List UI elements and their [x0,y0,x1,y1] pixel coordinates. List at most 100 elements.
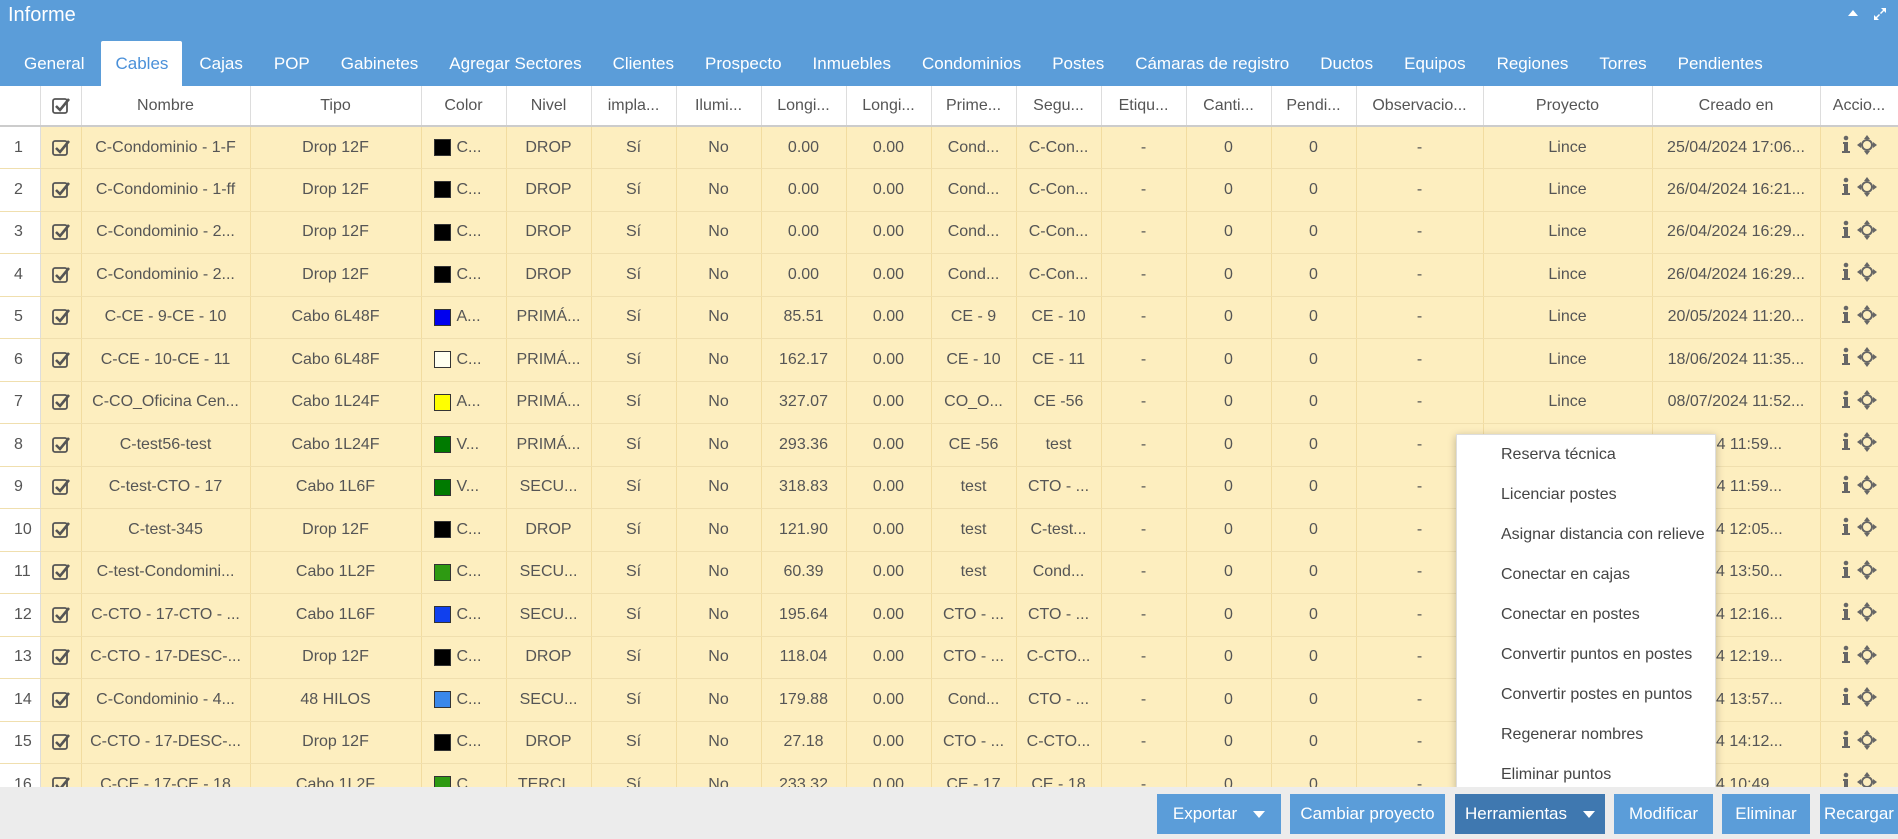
tab-pendientes[interactable]: Pendientes [1664,41,1777,86]
expand-icon[interactable] [1872,6,1888,27]
crosshair-move-icon[interactable] [1857,262,1877,287]
row-checkbox[interactable] [40,551,82,594]
checkbox-checked-icon[interactable] [51,775,71,787]
table-row[interactable]: 7 C-CO_Oficina Cen... Cabo 1L24F A... PRIMÁ.… [0,381,1898,424]
crosshair-move-icon[interactable] [1857,729,1877,755]
tab-clientes[interactable]: Clientes [599,41,688,86]
tab-equipos[interactable]: Equipos [1390,41,1479,86]
column-header[interactable]: Canti... [1186,86,1272,127]
crosshair-move-icon[interactable] [1857,602,1877,627]
column-header[interactable]: Segu... [1016,86,1102,127]
row-checkbox[interactable] [40,381,82,424]
crosshair-move-icon[interactable] [1857,389,1877,415]
column-header[interactable]: Etiqu... [1101,86,1187,127]
menu-item[interactable]: Conectar en cajas [1457,555,1715,595]
info-icon[interactable] [1841,262,1851,287]
crosshair-move-icon[interactable] [1857,177,1877,202]
column-header[interactable]: Accio... [1820,86,1898,127]
row-checkbox[interactable] [40,678,82,722]
info-icon[interactable] [1841,135,1851,160]
tab-agregar-sectores[interactable]: Agregar Sectores [435,41,595,86]
info-icon[interactable] [1841,177,1851,202]
checkbox-checked-icon[interactable] [51,307,71,327]
column-header[interactable]: Ilumi... [676,86,762,127]
row-checkbox[interactable] [40,126,82,169]
modify-button[interactable]: Modificar [1614,794,1713,834]
checkbox-checked-icon[interactable] [51,138,71,158]
row-checkbox[interactable] [40,423,82,467]
row-checkbox[interactable] [40,636,82,679]
export-button[interactable]: Exportar [1157,794,1281,834]
menu-item[interactable]: Regenerar nombres [1457,715,1715,755]
crosshair-move-icon[interactable] [1857,135,1877,160]
checkbox-checked-icon[interactable] [51,647,71,667]
checkbox-checked-icon[interactable] [51,605,71,625]
checkbox-checked-icon[interactable] [51,180,71,200]
menu-item[interactable]: Eliminar puntos [1457,755,1715,789]
menu-item[interactable]: Licenciar postes [1457,475,1715,515]
table-row[interactable]: 5 C-CE - 9-CE - 10 Cabo 6L48F A... PRIMÁ... S… [0,296,1898,339]
row-checkbox[interactable] [40,168,82,212]
tab-prospecto[interactable]: Prospecto [691,41,796,86]
row-checkbox[interactable] [40,466,82,509]
table-row[interactable]: 2 C-Condominio - 1-ff Drop 12F C... DROP Sí No… [0,168,1898,212]
menu-item[interactable]: Convertir puntos en postes [1457,635,1715,675]
menu-item[interactable]: Reserva técnica [1457,435,1715,475]
column-header[interactable]: Creado en [1652,86,1821,127]
checkbox-checked-icon[interactable] [51,265,71,285]
row-checkbox[interactable] [40,721,82,764]
info-icon[interactable] [1841,347,1851,372]
tab-gabinetes[interactable]: Gabinetes [327,41,433,86]
crosshair-move-icon[interactable] [1857,304,1877,330]
info-icon[interactable] [1841,730,1851,755]
crosshair-move-icon[interactable] [1857,474,1877,500]
crosshair-move-icon[interactable] [1857,772,1877,787]
table-row[interactable]: 1 C-Condominio - 1-F Drop 12F C... DROP Sí No 0… [0,126,1898,169]
column-header[interactable]: Proyecto [1483,86,1653,127]
info-icon[interactable] [1841,687,1851,712]
column-header[interactable]: Observacio... [1356,86,1484,127]
tab-regiones[interactable]: Regiones [1483,41,1583,86]
checkbox-checked-icon[interactable] [51,562,71,582]
column-header[interactable]: Prime... [931,86,1017,127]
column-header[interactable]: Nombre [81,86,251,127]
crosshair-move-icon[interactable] [1857,559,1877,585]
crosshair-move-icon[interactable] [1857,644,1877,670]
info-icon[interactable] [1841,475,1851,500]
crosshair-move-icon[interactable] [1857,687,1877,712]
menu-item[interactable]: Conectar en postes [1457,595,1715,635]
select-all-checkbox[interactable] [40,86,82,127]
checkbox-checked-icon[interactable] [51,350,71,370]
column-header[interactable]: Longi... [761,86,847,127]
delete-button[interactable]: Eliminar [1722,794,1810,834]
checkbox-checked-icon[interactable] [51,96,71,116]
checkbox-checked-icon[interactable] [51,690,71,710]
tab-general[interactable]: General [10,41,98,86]
reload-button[interactable]: Recargar [1820,794,1898,834]
tab-cajas[interactable]: Cajas [185,41,256,86]
menu-item[interactable]: Asignar distancia con relieve [1457,515,1715,555]
row-checkbox[interactable] [40,593,82,637]
info-icon[interactable] [1841,602,1851,627]
tab-inmuebles[interactable]: Inmuebles [799,41,905,86]
info-icon[interactable] [1841,220,1851,245]
column-header[interactable]: Nivel [506,86,592,127]
checkbox-checked-icon[interactable] [51,222,71,242]
row-checkbox[interactable] [40,296,82,339]
tab-postes[interactable]: Postes [1038,41,1118,86]
column-header[interactable]: Pendi... [1271,86,1357,127]
row-checkbox[interactable] [40,211,82,254]
checkbox-checked-icon[interactable] [51,435,71,455]
table-row[interactable]: 6 C-CE - 10-CE - 11 Cabo 6L48F C... PRIMÁ...… [0,338,1898,382]
column-header[interactable]: Tipo [250,86,422,127]
info-icon[interactable] [1841,432,1851,457]
collapse-icon[interactable] [1846,6,1860,25]
tab-pop[interactable]: POP [260,41,324,86]
table-row[interactable]: 3 C-Condominio - 2... Drop 12F C... DROP Sí No… [0,211,1898,254]
column-header[interactable] [0,86,41,127]
crosshair-move-icon[interactable] [1857,347,1877,372]
info-icon[interactable] [1841,390,1851,415]
crosshair-move-icon[interactable] [1857,432,1877,457]
crosshair-move-icon[interactable] [1857,219,1877,245]
tab-cables[interactable]: Cables [101,41,183,86]
